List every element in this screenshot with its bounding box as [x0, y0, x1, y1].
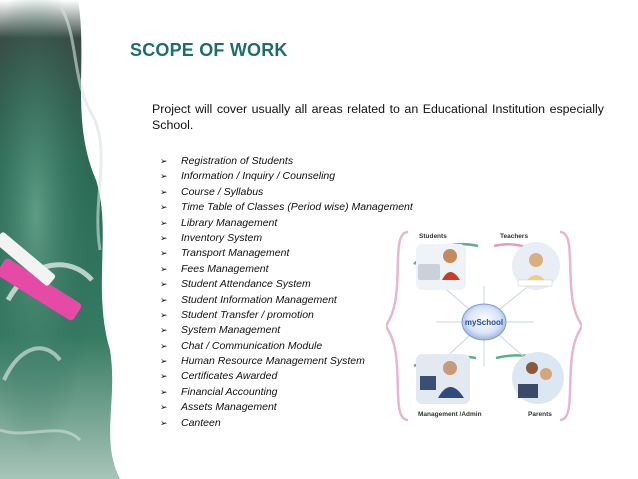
- slide-title: SCOPE OF WORK: [130, 40, 288, 60]
- arrow-bullet-icon: ➢: [160, 326, 168, 337]
- list-item: ➢ Library Management: [160, 216, 413, 231]
- management-photo: [416, 354, 470, 404]
- arrow-bullet-icon: ➢: [160, 403, 168, 414]
- arrow-bullet-icon: ➢: [160, 418, 168, 429]
- chalkboard-decoration: [0, 0, 120, 479]
- management-label: Management /Admin: [418, 411, 482, 418]
- arrow-bullet-icon: ➢: [160, 172, 168, 183]
- arrow-bullet-icon: ➢: [160, 310, 168, 321]
- list-item: ➢ Student Attendance System: [160, 277, 413, 292]
- parents-photo: [512, 352, 564, 404]
- list-item: ➢ Certificates Awarded: [160, 369, 413, 384]
- list-item: ➢ Inventory System: [160, 231, 413, 246]
- list-item: ➢ Student Transfer / promotion: [160, 308, 413, 323]
- arrow-bullet-icon: ➢: [160, 249, 168, 260]
- hub-label: mySchool: [465, 318, 503, 327]
- students-label: Students: [419, 233, 447, 240]
- list-item: ➢ Course / Syllabus: [160, 185, 413, 200]
- arrow-bullet-icon: ➢: [160, 218, 168, 229]
- arrow-bullet-icon: ➢: [160, 203, 168, 214]
- intro-paragraph: Project will cover usually all areas rel…: [152, 102, 604, 132]
- left-bracket: [386, 230, 409, 422]
- list-item: ➢ Transport Management: [160, 246, 413, 261]
- myschool-diagram: mySchool Students Teachers Management /A…: [386, 230, 582, 422]
- arrow-bullet-icon: ➢: [160, 264, 168, 275]
- right-bracket: [559, 230, 582, 422]
- teachers-photo: [512, 242, 560, 290]
- scope-list: ➢ Registration of Students ➢ Information /…: [160, 154, 413, 431]
- parents-label: Parents: [528, 411, 552, 418]
- list-item: ➢ Financial Accounting: [160, 385, 413, 400]
- list-item: ➢ Information / Inquiry / Counseling: [160, 169, 413, 184]
- arrow-bullet-icon: ➢: [160, 295, 168, 306]
- list-item: ➢ Canteen: [160, 416, 413, 431]
- arrow-bullet-icon: ➢: [160, 187, 168, 198]
- arrow-bullet-icon: ➢: [160, 387, 168, 398]
- list-item: ➢ Registration of Students: [160, 154, 413, 169]
- list-item: ➢ Chat / Communication Module: [160, 339, 413, 354]
- list-item: ➢ Assets Management: [160, 400, 413, 415]
- arrow-bullet-icon: ➢: [160, 341, 168, 352]
- arrow-bullet-icon: ➢: [160, 157, 168, 167]
- list-item: ➢ Human Resource Management System: [160, 354, 413, 369]
- arrow-bullet-icon: ➢: [160, 280, 168, 291]
- students-photo: [416, 244, 466, 290]
- teachers-label: Teachers: [500, 233, 528, 240]
- arrow-bullet-icon: ➢: [160, 233, 168, 244]
- arrow-bullet-icon: ➢: [160, 357, 168, 368]
- list-item: ➢ Time Table of Classes (Period wise) Man…: [160, 200, 413, 215]
- arrow-bullet-icon: ➢: [160, 372, 168, 383]
- list-item: ➢ Student Information Management: [160, 293, 413, 308]
- list-item: ➢ System Management: [160, 323, 413, 338]
- list-item: ➢ Fees Management: [160, 262, 413, 277]
